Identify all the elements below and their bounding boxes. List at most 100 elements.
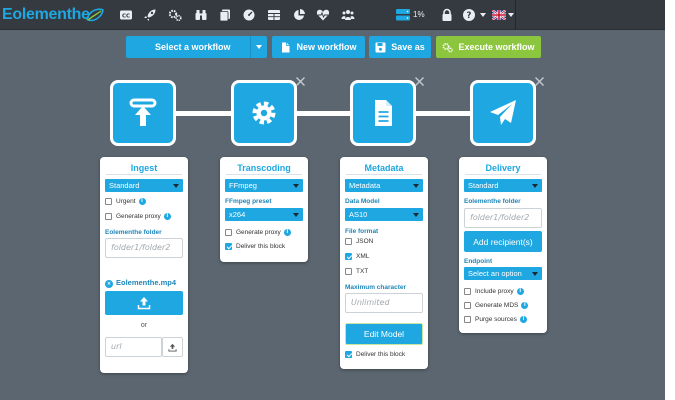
format-label: TXT: [356, 268, 369, 275]
purge-sources-label: Purge sources: [475, 316, 517, 323]
svg-text:CC: CC: [122, 14, 130, 20]
info-icon[interactable]: i: [163, 213, 171, 220]
rocket-icon[interactable]: [143, 8, 157, 22]
include-proxy-label: Include proxy: [475, 288, 514, 295]
checkbox-box[interactable]: [345, 268, 352, 275]
format-xml-checkbox[interactable]: XML: [345, 253, 369, 260]
info-icon[interactable]: i: [138, 198, 146, 205]
help-icon[interactable]: ?: [462, 8, 476, 22]
page-edge: [665, 0, 675, 400]
data-model-select[interactable]: AS10: [345, 208, 423, 221]
delivery-block-tile[interactable]: [470, 80, 536, 146]
format-label: JSON: [356, 238, 374, 245]
delivery-card: Delivery Standard Eolementhe folder fold…: [459, 157, 547, 333]
divider: [465, 174, 541, 175]
cogs-icon: [442, 42, 454, 53]
document-icon: [375, 100, 392, 126]
brand-logo-text[interactable]: Eolementhe: [2, 6, 90, 24]
cogs-icon[interactable]: [168, 8, 182, 22]
upload-button[interactable]: [105, 291, 183, 315]
metadata-mode-select[interactable]: Metadata: [345, 179, 423, 192]
binoculars-icon[interactable]: [194, 8, 208, 22]
checkbox-box[interactable]: [345, 253, 352, 260]
checkbox-box[interactable]: [225, 243, 232, 250]
endpoint-select[interactable]: Select an option: [464, 267, 542, 280]
heartbeat-icon[interactable]: [316, 8, 330, 22]
select-workflow-dropdown[interactable]: Select a workflow: [126, 36, 267, 58]
generate-mds-checkbox[interactable]: Generate MDS i: [464, 302, 529, 309]
dashboard-icon[interactable]: [242, 8, 256, 22]
or-separator: or: [140, 322, 148, 329]
leaf-logo-icon: [86, 7, 104, 23]
execute-workflow-button[interactable]: Execute workflow: [436, 36, 541, 58]
edit-model-button[interactable]: Edit Model: [345, 323, 423, 345]
ingest-mode-select[interactable]: Standard: [105, 179, 183, 192]
select-workflow-label: Select a workflow: [155, 42, 231, 52]
preset-select[interactable]: x264: [225, 208, 303, 221]
checkbox-box[interactable]: [105, 213, 112, 220]
checkbox-box[interactable]: [464, 302, 471, 309]
generate-proxy-label: Generate proxy: [116, 213, 161, 220]
checkbox-box[interactable]: [464, 316, 471, 323]
lock-icon[interactable]: [440, 8, 454, 22]
format-json-checkbox[interactable]: JSON: [345, 238, 373, 245]
remove-file-icon[interactable]: ×: [105, 280, 113, 288]
remove-delivery-icon[interactable]: [534, 76, 545, 87]
remove-metadata-icon[interactable]: [414, 76, 425, 87]
table-icon[interactable]: [267, 8, 281, 22]
new-workflow-button[interactable]: New workflow: [272, 36, 365, 58]
max-char-label: Maximum character: [345, 284, 407, 291]
info-icon[interactable]: i: [521, 302, 529, 309]
remove-transcoding-icon[interactable]: [295, 76, 306, 87]
add-recipients-button[interactable]: Add recipient(s): [464, 231, 542, 252]
transcoder-select[interactable]: FFmpeg: [225, 179, 303, 192]
checkbox-box[interactable]: [225, 229, 232, 236]
pie-chart-icon[interactable]: [292, 8, 306, 22]
delivery-mode-value: Standard: [468, 181, 499, 190]
checkbox-box[interactable]: [105, 198, 112, 205]
folder-input[interactable]: folder1/folder2: [105, 238, 183, 258]
delivery-mode-select[interactable]: Standard: [464, 179, 542, 192]
disk-usage-value: 1%: [413, 10, 425, 19]
generate-proxy-checkbox[interactable]: Generate proxy i: [225, 229, 291, 236]
chevron-down-icon: [413, 184, 419, 188]
transcoder-value: FFmpeg: [229, 181, 257, 190]
checkbox-box[interactable]: [464, 288, 471, 295]
deliver-block-checkbox[interactable]: Deliver this block: [345, 351, 405, 358]
paper-plane-icon: [490, 100, 516, 125]
data-model-label: Data Model: [345, 198, 380, 205]
url-input[interactable]: url: [105, 337, 162, 357]
help-caret-icon[interactable]: [480, 13, 486, 17]
folder-input[interactable]: folder1/folder2: [464, 208, 542, 228]
uk-flag-icon[interactable]: [492, 10, 506, 20]
workflow-connector-line: [140, 111, 520, 116]
format-txt-checkbox[interactable]: TXT: [345, 268, 368, 275]
info-icon[interactable]: i: [516, 288, 524, 295]
info-icon[interactable]: i: [283, 229, 291, 236]
ingest-block-tile[interactable]: [110, 80, 176, 146]
language-caret-icon[interactable]: [508, 13, 514, 17]
chevron-down-icon: [173, 184, 179, 188]
metadata-block-tile[interactable]: [350, 80, 416, 146]
deliver-block-checkbox[interactable]: Deliver this block: [225, 243, 285, 250]
generate-proxy-checkbox[interactable]: Generate proxy i: [105, 213, 171, 220]
checkbox-box[interactable]: [345, 238, 352, 245]
disk-usage-icon: [396, 9, 410, 21]
include-proxy-checkbox[interactable]: Include proxy i: [464, 288, 524, 295]
purge-sources-checkbox[interactable]: Purge sources i: [464, 316, 527, 323]
transcoding-block-tile[interactable]: [231, 80, 297, 146]
url-upload-button[interactable]: [162, 337, 183, 357]
data-model-value: AS10: [349, 210, 368, 219]
divider: [346, 174, 422, 175]
copy-icon[interactable]: [218, 8, 232, 22]
generate-proxy-label: Generate proxy: [236, 229, 281, 236]
users-icon[interactable]: [341, 8, 355, 22]
max-char-input[interactable]: Unlimited: [345, 293, 423, 313]
save-as-button[interactable]: Save as: [369, 36, 431, 58]
chevron-down-icon[interactable]: [250, 36, 267, 58]
cc-icon[interactable]: CC: [119, 8, 133, 22]
info-icon[interactable]: i: [519, 316, 527, 323]
metadata-title: Metadata: [364, 163, 404, 173]
checkbox-box[interactable]: [345, 351, 352, 358]
urgent-checkbox[interactable]: Urgent i: [105, 198, 146, 205]
